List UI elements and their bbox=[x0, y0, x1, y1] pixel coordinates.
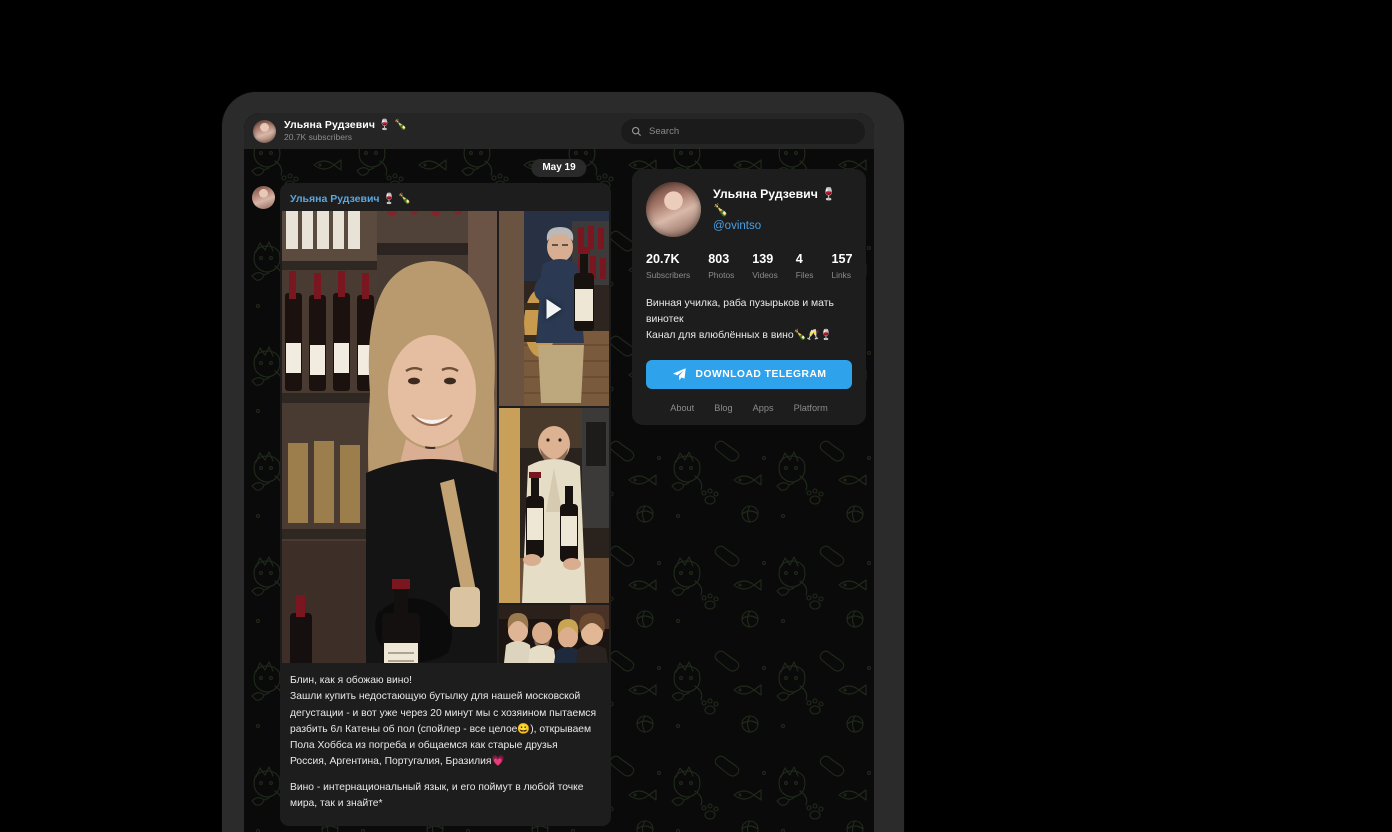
profile-avatar[interactable] bbox=[646, 182, 701, 237]
screenshot-stage: Ульяна Рудзевич 🍷 🍾 20.7K subscribers Ma… bbox=[0, 0, 1392, 832]
paper-plane-icon bbox=[672, 368, 686, 381]
channel-meta: Ульяна Рудзевич 🍷 🍾 20.7K subscribers bbox=[284, 120, 407, 142]
footer-link-blog[interactable]: Blog bbox=[714, 403, 732, 413]
profile-stats-row: 20.7K Subscribers 803 Photos 139 Videos … bbox=[646, 252, 853, 280]
stat-videos-label: Videos bbox=[752, 269, 778, 280]
message-author-name[interactable]: Ульяна Рудзевич 🍷 🍾 bbox=[280, 183, 611, 211]
stat-subscribers-value: 20.7K bbox=[646, 252, 680, 266]
stat-videos-value: 139 bbox=[752, 252, 774, 266]
album-video-man-holding-large-bottle[interactable] bbox=[499, 211, 609, 406]
album-photo-woman-with-wine-bottle[interactable] bbox=[282, 211, 497, 663]
stat-photos-label: Photos bbox=[708, 269, 735, 280]
stat-links-value: 157 bbox=[831, 252, 853, 266]
profile-header: Ульяна Рудзевич 🍷 🍾 @ovintso bbox=[646, 182, 852, 237]
footer-link-platform[interactable]: Platform bbox=[794, 403, 828, 413]
stat-photos: 803 Photos bbox=[708, 252, 735, 280]
date-divider-badge: May 19 bbox=[531, 159, 587, 177]
album-photo-group-selfie[interactable] bbox=[499, 605, 609, 663]
message-photo-album bbox=[280, 211, 611, 663]
album-photo-bald-man-with-two-bottles[interactable] bbox=[499, 408, 609, 603]
channel-title: Ульяна Рудзевич 🍷 🍾 bbox=[284, 119, 408, 132]
search-icon bbox=[631, 126, 642, 137]
device-screen: Ульяна Рудзевич 🍷 🍾 20.7K subscribers Ma… bbox=[244, 113, 874, 832]
footer-link-apps[interactable]: Apps bbox=[753, 403, 774, 413]
video-play-icon[interactable] bbox=[546, 298, 562, 319]
stat-links-label: Links bbox=[831, 269, 852, 280]
stat-photos-value: 803 bbox=[708, 252, 730, 266]
search-bar[interactable] bbox=[621, 119, 865, 144]
stat-videos: 139 Videos bbox=[752, 252, 778, 280]
profile-name-block: Ульяна Рудзевич 🍷 🍾 @ovintso bbox=[713, 187, 852, 232]
caption-paragraph-2: Вино - интернациональный язык, и его пой… bbox=[290, 781, 587, 809]
stat-subscribers: 20.7K Subscribers bbox=[646, 252, 691, 280]
caption-paragraph-1: Блин, как я обожаю вино! Зашли купить не… bbox=[290, 675, 597, 768]
channel-subscriber-count: 20.7K subscribers bbox=[284, 132, 353, 143]
message-bubble: Ульяна Рудзевич 🍷 🍾 Блин, как я обожаю в… bbox=[280, 183, 611, 827]
message-author-avatar[interactable] bbox=[252, 186, 275, 209]
stat-files: 4 Files bbox=[795, 252, 814, 280]
search-input[interactable] bbox=[649, 126, 839, 137]
message-caption: Блин, как я обожаю вино! Зашли купить не… bbox=[280, 663, 611, 826]
stat-files-value: 4 bbox=[795, 252, 803, 266]
stat-subscribers-label: Subscribers bbox=[646, 269, 691, 280]
profile-bio: Винная училка, раба пузырьков и мать вин… bbox=[646, 297, 834, 342]
profile-display-name: Ульяна Рудзевич 🍷 🍾 bbox=[713, 187, 837, 217]
profile-username[interactable]: @ovintso bbox=[713, 220, 852, 232]
stat-links: 157 Links bbox=[831, 252, 853, 280]
stat-files-label: Files bbox=[795, 269, 814, 280]
channel-avatar[interactable] bbox=[253, 119, 276, 143]
channel-profile-card: Ульяна Рудзевич 🍷 🍾 @ovintso 20.7K Subsc… bbox=[632, 169, 866, 426]
footer-link-about[interactable]: About bbox=[670, 403, 694, 413]
profile-footer-links: About Blog Apps Platform bbox=[646, 403, 852, 413]
download-telegram-label: DOWNLOAD TELEGRAM bbox=[695, 369, 827, 381]
download-telegram-button[interactable]: DOWNLOAD TELEGRAM bbox=[646, 360, 852, 390]
